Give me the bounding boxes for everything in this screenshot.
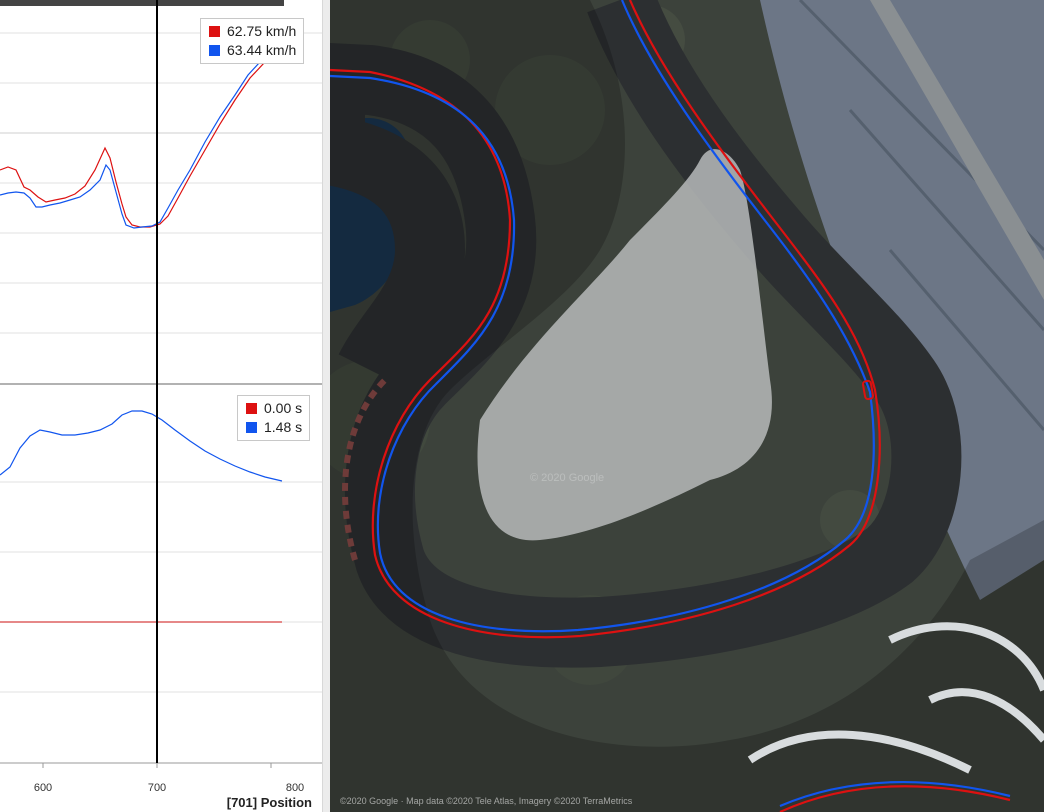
speed-chart-gridlines [0, 32, 322, 334]
track-map[interactable]: © 2020 Google ©2020 Google · Map data ©2… [330, 0, 1044, 812]
speed-legend-item-blue: 63.44 km/h [209, 41, 296, 60]
red-swatch-icon [246, 403, 257, 414]
speed-value-blue: 63.44 km/h [227, 42, 297, 58]
red-swatch-icon [209, 26, 220, 37]
speed-value-red: 62.75 km/h [227, 23, 297, 39]
time-legend-item-blue: 1.48 s [246, 418, 302, 437]
x-axis-tick-marks [42, 763, 272, 768]
x-tick-800: 800 [285, 782, 305, 794]
speed-trace-red [0, 52, 286, 228]
time-legend: 0.00 s 1.48 s [237, 395, 311, 441]
speed-legend-item-red: 62.75 km/h [209, 22, 296, 41]
time-chart-gridlines [0, 481, 322, 693]
time-value-blue: 1.48 s [264, 419, 303, 435]
speed-legend: 62.75 km/h 63.44 km/h [200, 18, 305, 64]
blue-swatch-icon [246, 422, 257, 433]
position-readout: [701] Position [226, 795, 312, 810]
map-watermark: © 2020 Google [530, 472, 605, 484]
x-tick-600: 600 [33, 782, 53, 794]
speed-trace-blue [0, 50, 286, 229]
satellite-map-view[interactable] [330, 0, 1044, 812]
blue-swatch-icon [209, 45, 220, 56]
time-value-red: 0.00 s [264, 400, 303, 416]
map-credit: ©2020 Google · Map data ©2020 Tele Atlas… [340, 796, 633, 806]
x-tick-700: 700 [147, 782, 167, 794]
telemetry-panel: 62.75 km/h 63.44 km/h 0.00 s 1.48 s 600 … [0, 0, 322, 812]
time-legend-item-red: 0.00 s [246, 399, 302, 418]
